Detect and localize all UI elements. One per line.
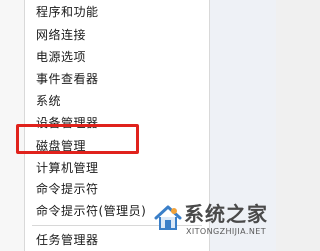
menu-item-system[interactable]: 系统	[36, 91, 61, 111]
house-logo-icon	[154, 205, 182, 230]
menu-item-command-prompt[interactable]: 命令提示符	[36, 179, 99, 199]
screenshot-root: 程序和功能 网络连接 电源选项 事件查看器 系统 设备管理器 磁盘管理 计算机管…	[0, 0, 276, 251]
watermark-title: 系统之家	[184, 202, 268, 226]
highlight-box	[16, 124, 139, 154]
watermark: 系统之家 XITONGZHIJIA.NET	[150, 196, 276, 248]
menu-item-event-viewer[interactable]: 事件查看器	[36, 69, 99, 89]
menu-item-computer-management[interactable]: 计算机管理	[36, 158, 99, 178]
menu-item-power-options[interactable]: 电源选项	[36, 47, 86, 67]
menu-item-programs-features[interactable]: 程序和功能	[36, 2, 99, 22]
menu-item-command-prompt-admin[interactable]: 命令提示符(管理员)	[36, 201, 146, 221]
menu-item-network-connections[interactable]: 网络连接	[36, 25, 86, 45]
menu-item-task-manager[interactable]: 任务管理器	[36, 230, 99, 250]
watermark-url: XITONGZHIJIA.NET	[186, 227, 266, 236]
